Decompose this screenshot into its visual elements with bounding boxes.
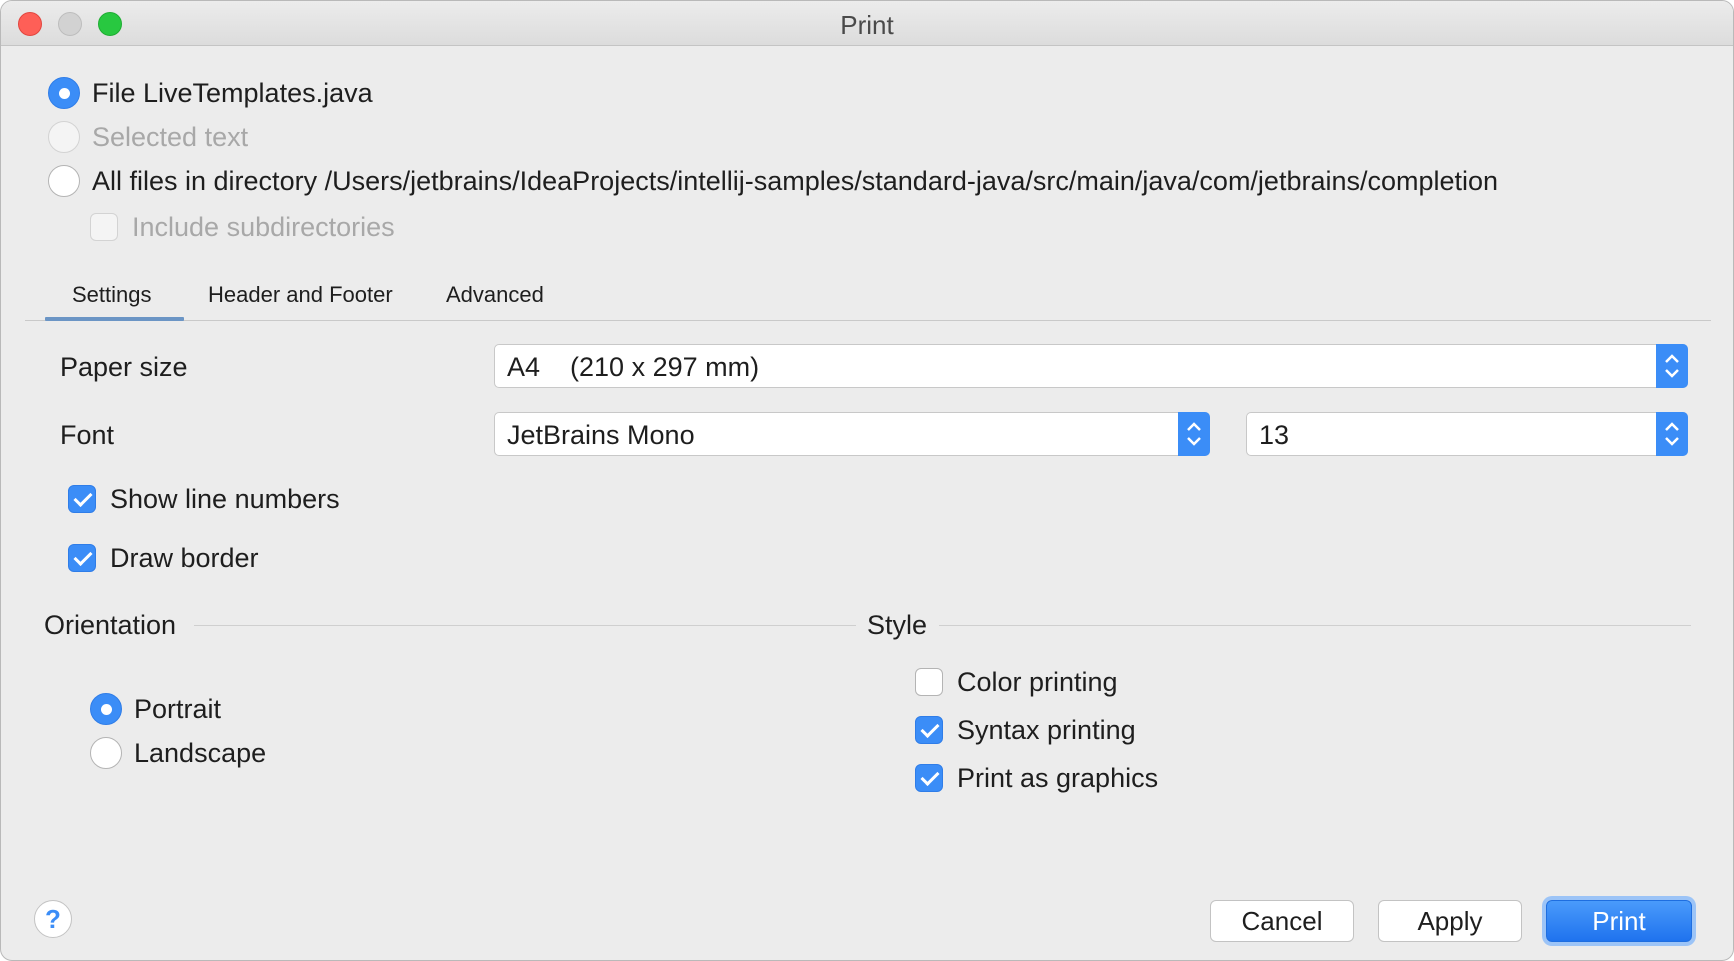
landscape-label: Landscape (134, 738, 267, 768)
tab-header-and-footer[interactable]: Header and Footer (208, 281, 393, 309)
show-line-numbers-label: Show line numbers (110, 484, 340, 514)
tab-advanced[interactable]: Advanced (446, 281, 544, 309)
selected-text-radio (48, 121, 80, 153)
paper-size-value: A4 (210 x 297 mm) (507, 352, 760, 382)
include-subdirectories-label: Include subdirectories (132, 212, 395, 242)
cancel-button[interactable]: Cancel (1210, 900, 1354, 942)
landscape-radio[interactable] (90, 737, 122, 769)
up-down-chevron-icon (1656, 412, 1688, 456)
print-as-graphics-checkbox[interactable] (915, 764, 943, 792)
print-as-graphics-label: Print as graphics (957, 763, 1159, 793)
help-button[interactable]: ? (34, 900, 72, 938)
font-value: JetBrains Mono (507, 420, 695, 450)
draw-border-label: Draw border (110, 543, 259, 573)
file-radio-label: File LiveTemplates.java (92, 78, 373, 108)
style-title: Style (867, 610, 928, 640)
draw-border-checkbox[interactable] (68, 544, 96, 572)
tab-settings[interactable]: Settings (72, 281, 152, 309)
window-title: Print (840, 10, 894, 40)
paper-size-select[interactable]: A4 (210 x 297 mm) (494, 344, 1688, 388)
font-select[interactable]: JetBrains Mono (494, 412, 1210, 456)
include-subdirectories-checkbox (90, 213, 118, 241)
question-mark-icon: ? (45, 904, 61, 934)
all-files-label: All files in directory /Users/jetbrains/… (92, 166, 1499, 196)
up-down-chevron-icon (1656, 344, 1688, 388)
file-radio[interactable] (48, 77, 80, 109)
color-printing-label: Color printing (957, 667, 1118, 697)
show-line-numbers-checkbox[interactable] (68, 485, 96, 513)
font-size-value: 13 (1259, 420, 1290, 450)
orientation-title: Orientation (44, 610, 177, 640)
style-separator (939, 625, 1691, 626)
print-button[interactable]: Print (1546, 900, 1692, 942)
paper-size-label: Paper size (60, 352, 188, 382)
tabs-divider (25, 320, 1711, 321)
color-printing-checkbox[interactable] (915, 668, 943, 696)
syntax-printing-label: Syntax printing (957, 715, 1136, 745)
font-size-select[interactable]: 13 (1246, 412, 1688, 456)
print-dialog: Print File LiveTemplates.java Selected t… (0, 0, 1734, 961)
selected-text-label: Selected text (92, 122, 249, 152)
title-bar: Print (1, 1, 1733, 46)
portrait-radio[interactable] (90, 693, 122, 725)
font-label: Font (60, 420, 115, 450)
up-down-chevron-icon (1178, 412, 1210, 456)
apply-button[interactable]: Apply (1378, 900, 1522, 942)
syntax-printing-checkbox[interactable] (915, 716, 943, 744)
orientation-separator (194, 625, 856, 626)
portrait-label: Portrait (134, 694, 222, 724)
active-tab-indicator (45, 317, 184, 321)
all-files-radio[interactable] (48, 165, 80, 197)
